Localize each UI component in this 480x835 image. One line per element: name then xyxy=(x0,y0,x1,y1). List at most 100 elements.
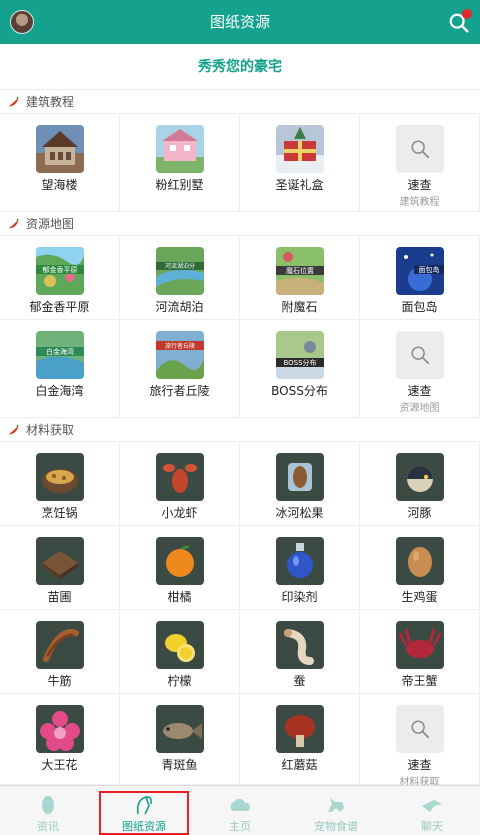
svg-text:旅行者丘陵: 旅行者丘陵 xyxy=(165,342,195,350)
active-tab-highlight xyxy=(99,791,189,835)
map-旅行者丘陵[interactable]: 旅行者丘陵 旅行者丘陵 xyxy=(120,320,240,418)
item-label: 苗圃 xyxy=(47,590,72,604)
pinecone-image xyxy=(276,453,324,501)
building-粉红别墅[interactable]: 粉红别墅 xyxy=(120,114,240,212)
pufferfish-image xyxy=(396,453,444,501)
item-label: 蚕 xyxy=(293,674,306,688)
material-河豚[interactable]: 河豚 xyxy=(360,442,480,526)
item-sublabel: 资源地图 xyxy=(399,403,440,414)
map-image: 面包岛 xyxy=(396,247,444,295)
item-sublabel: 建筑教程 xyxy=(399,197,440,208)
lemon-image xyxy=(156,621,204,669)
item-label: 牛筋 xyxy=(47,674,72,688)
map-image: 魔石位置 xyxy=(276,247,324,295)
item-label: 河流胡泊 xyxy=(155,300,204,314)
svg-text:郁金香平原: 郁金香平原 xyxy=(43,265,78,274)
item-label: 烹饪锅 xyxy=(41,506,78,520)
building-quick-search[interactable]: 速查 建筑教程 xyxy=(360,114,480,212)
christmas-box-image xyxy=(276,125,324,173)
map-quick-search[interactable]: 速查 资源地图 xyxy=(360,320,480,418)
item-label: 速查 xyxy=(407,178,432,192)
section-header-building: 建筑教程 xyxy=(0,90,480,114)
item-label: 大王花 xyxy=(41,758,78,772)
material-牛筋[interactable]: 牛筋 xyxy=(0,610,120,694)
item-label: 白金海湾 xyxy=(35,384,84,398)
item-label: BOSS分布 xyxy=(271,384,328,398)
red-mushroom-image xyxy=(276,705,324,753)
building-望海楼[interactable]: 望海楼 xyxy=(0,114,120,212)
item-label: 生鸡蛋 xyxy=(401,590,438,604)
section-title: 建筑教程 xyxy=(26,95,75,109)
material-小龙虾[interactable]: 小龙虾 xyxy=(120,442,240,526)
material-柑橘[interactable]: 柑橘 xyxy=(120,526,240,610)
nav-item-chat[interactable]: 聊天 xyxy=(384,786,480,835)
item-label: 面包岛 xyxy=(401,300,438,314)
pepper-icon xyxy=(8,219,19,229)
svg-text:河流湖泊分: 河流湖泊分 xyxy=(165,262,195,270)
page-title: 图纸资源 xyxy=(209,13,270,31)
bird-icon xyxy=(422,800,442,812)
rafflesia-image xyxy=(36,705,84,753)
section-header-maps: 资源地图 xyxy=(0,212,480,236)
map-白金海湾[interactable]: 白金海湾 白金海湾 xyxy=(0,320,120,418)
nav-item-news[interactable]: 资讯 xyxy=(0,786,96,835)
map-image: 郁金香平原 xyxy=(36,247,84,295)
building-圣诞礼盒[interactable]: 圣诞礼盒 xyxy=(240,114,360,212)
material-蚕[interactable]: 蚕 xyxy=(240,610,360,694)
banner-text: 秀秀您的豪宅 xyxy=(0,44,480,90)
item-label: 冰河松果 xyxy=(275,506,324,520)
nav-label: 主页 xyxy=(229,820,251,833)
item-label: 小龙虾 xyxy=(161,506,198,520)
map-河流胡泊[interactable]: 河流湖泊分 河流胡泊 xyxy=(120,236,240,320)
item-label: 郁金香平原 xyxy=(29,300,90,314)
section-title: 资源地图 xyxy=(26,217,75,231)
item-label: 附魔石 xyxy=(281,300,318,314)
item-label: 柠檬 xyxy=(167,674,192,688)
item-label: 红蘑菇 xyxy=(281,758,318,772)
item-label: 速查 xyxy=(407,384,432,398)
tendon-image xyxy=(36,621,84,669)
material-红蘑菇[interactable]: 红蘑菇 xyxy=(240,694,360,785)
nav-label: 聊天 xyxy=(421,820,443,833)
orange-image xyxy=(156,537,204,585)
map-郁金香平原[interactable]: 郁金香平原 郁金香平原 xyxy=(0,236,120,320)
pet-icon xyxy=(328,798,344,812)
map-image: 旅行者丘陵 xyxy=(156,331,204,379)
material-柠檬[interactable]: 柠檬 xyxy=(120,610,240,694)
map-附魔石[interactable]: 魔石位置 附魔石 xyxy=(240,236,360,320)
silkworm-image xyxy=(276,621,324,669)
map-BOSS分布[interactable]: BOSS分布 BOSS分布 xyxy=(240,320,360,418)
item-label: 速查 xyxy=(407,758,432,772)
material-quick-search[interactable]: 速查 材料获取 xyxy=(360,694,480,788)
nursery-image xyxy=(36,537,84,585)
item-label: 河豚 xyxy=(407,506,432,520)
pink-villa-image xyxy=(156,125,204,173)
map-image: BOSS分布 xyxy=(276,331,324,379)
svg-text:面包岛: 面包岛 xyxy=(419,265,440,274)
nav-item-pet-recipes[interactable]: 宠物食谱 xyxy=(288,786,384,835)
nav-label: 资讯 xyxy=(37,820,59,833)
material-帝王蟹[interactable]: 帝王蟹 xyxy=(360,610,480,694)
material-大王花[interactable]: 大王花 xyxy=(0,694,120,785)
nav-item-home[interactable]: 主页 xyxy=(192,786,288,835)
svg-text:魔石位置: 魔石位置 xyxy=(286,266,314,275)
item-label: 印染剂 xyxy=(281,590,318,604)
svg-text:白金海湾: 白金海湾 xyxy=(46,347,74,356)
material-冰河松果[interactable]: 冰河松果 xyxy=(240,442,360,526)
item-label: 旅行者丘陵 xyxy=(149,384,210,398)
notification-dot xyxy=(462,9,472,19)
pepper-icon xyxy=(8,97,19,107)
material-印染剂[interactable]: 印染剂 xyxy=(240,526,360,610)
search-icon xyxy=(396,705,444,753)
crayfish-image xyxy=(156,453,204,501)
search-icon xyxy=(396,331,444,379)
king-crab-image xyxy=(396,621,444,669)
cloud-icon xyxy=(230,798,251,811)
material-苗圃[interactable]: 苗圃 xyxy=(0,526,120,610)
material-生鸡蛋[interactable]: 生鸡蛋 xyxy=(360,526,480,610)
item-label: 粉红别墅 xyxy=(155,178,204,192)
grouper-image xyxy=(156,705,204,753)
material-青斑鱼[interactable]: 青斑鱼 xyxy=(120,694,240,785)
material-烹饪锅[interactable]: 烹饪锅 xyxy=(0,442,120,526)
map-面包岛[interactable]: 面包岛 面包岛 xyxy=(360,236,480,320)
